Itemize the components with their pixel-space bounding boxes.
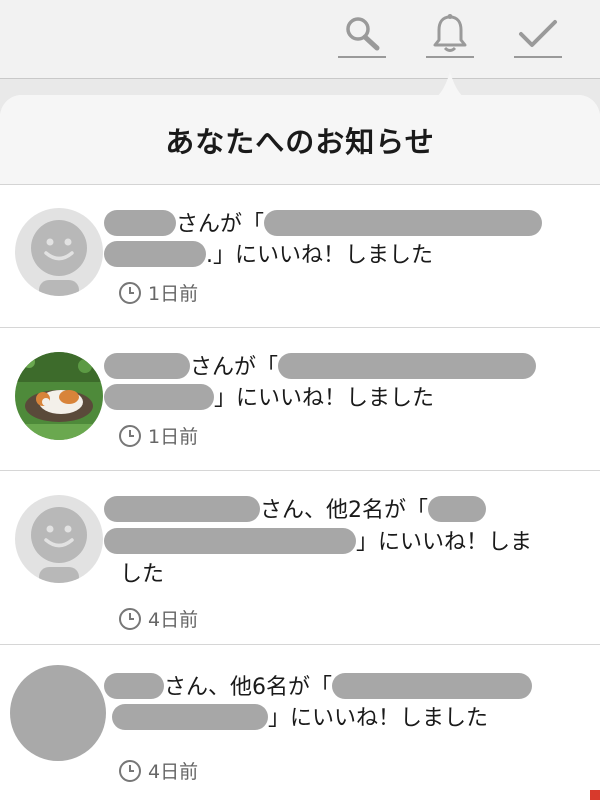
timestamp-text: 1日前	[148, 283, 199, 305]
clock-icon	[119, 607, 141, 630]
redacted-username	[104, 673, 164, 699]
message-text: .」にいいね！しました	[206, 243, 433, 268]
timestamp: 4日前	[118, 757, 198, 784]
timestamp-text: 4日前	[148, 761, 199, 783]
redacted-title	[264, 210, 543, 236]
redacted-title	[112, 704, 268, 730]
search-button[interactable]	[338, 10, 386, 58]
message-text: 」にいいね！しました	[268, 706, 489, 731]
message-text: 」にいいね！しま	[356, 530, 533, 555]
notification-message: さんが「」にいいね！しました	[104, 352, 560, 414]
message-text: さん、他2名が「	[260, 498, 428, 523]
check-icon	[519, 20, 557, 47]
check-underline	[514, 56, 562, 58]
clock-icon	[119, 281, 141, 304]
notification-item[interactable]: さんが「」にいいね！しました 1日前	[0, 328, 600, 471]
mark-read-button[interactable]	[514, 10, 562, 58]
avatar	[10, 665, 106, 761]
notification-item[interactable]: さん、他6名が「」にいいね！しました 4日前	[0, 645, 600, 800]
search-underline	[338, 56, 386, 58]
notifications-button[interactable]	[426, 10, 474, 58]
avatar	[15, 352, 103, 440]
notification-item[interactable]: さん、他2名が「」にいいね！しました 4日前	[0, 471, 600, 645]
redacted-username	[104, 496, 260, 522]
bell-underline	[426, 56, 474, 58]
message-text: さんが「	[176, 212, 265, 237]
accent-edge	[590, 790, 600, 800]
redacted-title	[104, 241, 206, 267]
redacted-title	[104, 528, 356, 554]
message-text: さんが「	[190, 355, 279, 380]
redacted-username	[104, 210, 176, 236]
notification-message: さん、他6名が「」にいいね！しました	[104, 672, 560, 734]
default-avatar-icon	[31, 507, 87, 583]
timestamp-text: 4日前	[148, 609, 199, 631]
bell-icon	[433, 14, 467, 52]
notification-message: さん、他2名が「」にいいね！しました	[104, 495, 560, 591]
panel-header: あなたへのお知らせ	[0, 95, 600, 185]
redacted-title	[104, 384, 214, 410]
clock-icon	[119, 424, 141, 447]
message-text: 」にいいね！しました	[214, 386, 435, 411]
panel-title: あなたへのお知らせ	[165, 124, 435, 159]
timestamp: 4日前	[118, 605, 198, 632]
clock-icon	[119, 759, 141, 782]
notification-item[interactable]: さんが「 .」にいいね！しました 1日前	[0, 185, 600, 328]
timestamp: 1日前	[118, 279, 198, 306]
avatar	[15, 495, 103, 583]
top-toolbar	[0, 0, 600, 79]
default-avatar-icon	[31, 220, 87, 296]
search-icon	[346, 17, 380, 51]
timestamp-text: 1日前	[148, 426, 199, 448]
redacted-title	[278, 353, 537, 379]
message-text: した	[120, 562, 165, 587]
redacted-title	[332, 673, 532, 699]
redacted-title	[428, 496, 486, 522]
cat-photo-avatar	[15, 352, 103, 440]
redacted-username	[104, 353, 190, 379]
message-text: さん、他6名が「	[164, 675, 332, 700]
avatar	[15, 208, 103, 296]
notifications-panel: あなたへのお知らせ さんが「 .」にいいね！しました 1日前 さんが「 」にいい…	[0, 95, 600, 800]
timestamp: 1日前	[118, 422, 198, 449]
notification-message: さんが「 .」にいいね！しました	[104, 209, 560, 271]
